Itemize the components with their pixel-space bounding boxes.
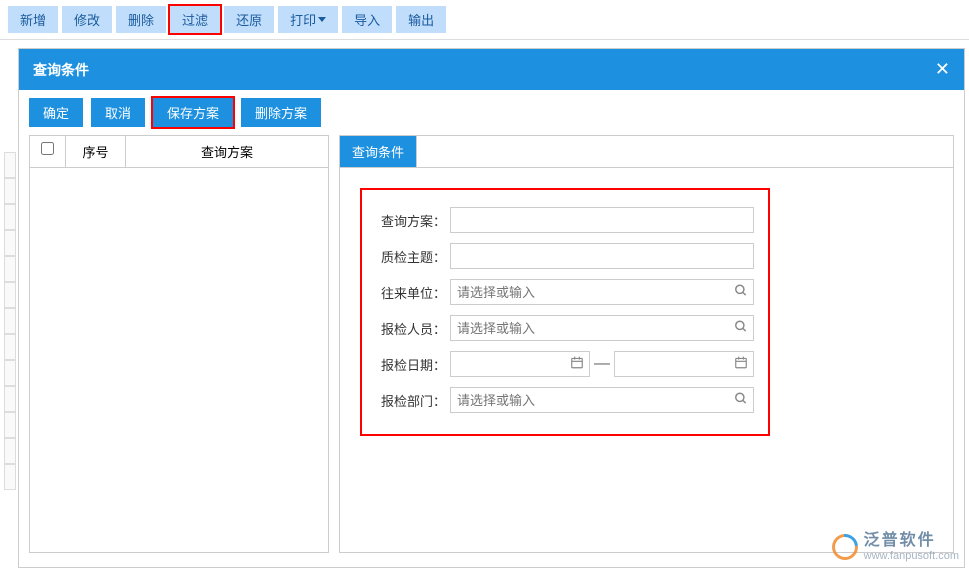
restore-button[interactable]: 还原 <box>224 6 274 33</box>
modal-header: 查询条件 ✕ <box>19 49 964 90</box>
select-all-checkbox[interactable] <box>41 142 54 155</box>
close-icon[interactable]: ✕ <box>935 59 950 80</box>
save-plan-button[interactable]: 保存方案 <box>153 98 233 127</box>
input-unit[interactable] <box>450 279 754 305</box>
input-date-to[interactable] <box>614 351 754 377</box>
input-plan[interactable] <box>450 207 754 233</box>
label-plan: 查询方案： <box>376 211 450 230</box>
label-date: 报检日期： <box>376 355 450 374</box>
print-button[interactable]: 打印 <box>278 6 338 33</box>
input-subject[interactable] <box>450 243 754 269</box>
row-inspector: 报检人员： <box>376 312 754 344</box>
filter-button[interactable]: 过滤 <box>170 6 220 33</box>
caret-down-icon <box>318 17 326 22</box>
add-button[interactable]: 新增 <box>8 6 58 33</box>
date-separator: — <box>594 355 610 373</box>
watermark-logo-icon <box>826 529 863 566</box>
watermark: 泛普软件 www.fanpusoft.com <box>832 532 959 562</box>
modal-title: 查询条件 <box>33 60 89 80</box>
input-dept[interactable] <box>450 387 754 413</box>
print-label: 打印 <box>290 10 316 29</box>
label-inspector: 报检人员： <box>376 319 450 338</box>
label-unit: 往来单位： <box>376 283 450 302</box>
row-subject: 质检主题： <box>376 240 754 272</box>
edit-button[interactable]: 修改 <box>62 6 112 33</box>
cancel-button[interactable]: 取消 <box>91 98 145 127</box>
header-checkbox-cell <box>30 136 66 167</box>
ok-button[interactable]: 确定 <box>29 98 83 127</box>
row-dept: 报检部门： <box>376 384 754 416</box>
tab-row: 查询条件 <box>340 136 953 168</box>
condition-panel: 查询条件 查询方案： 质检主题： 往来单位： <box>339 135 954 553</box>
query-modal: 查询条件 ✕ 确定 取消 保存方案 删除方案 序号 查询方案 查询条件 <box>18 48 965 568</box>
import-button[interactable]: 导入 <box>342 6 392 33</box>
modal-body: 序号 查询方案 查询条件 查询方案： 质检主题： <box>19 135 964 563</box>
input-inspector[interactable] <box>450 315 754 341</box>
delete-plan-button[interactable]: 删除方案 <box>241 98 321 127</box>
form-area: 查询方案： 质检主题： 往来单位： <box>360 188 770 436</box>
export-button[interactable]: 输出 <box>396 6 446 33</box>
plan-table-header: 序号 查询方案 <box>30 136 328 168</box>
plan-list-panel: 序号 查询方案 <box>29 135 329 553</box>
delete-button[interactable]: 删除 <box>116 6 166 33</box>
background-row-stubs <box>4 152 16 490</box>
main-toolbar: 新增 修改 删除 过滤 还原 打印 导入 输出 <box>0 0 969 40</box>
watermark-title: 泛普软件 <box>864 532 959 550</box>
input-date-from[interactable] <box>450 351 590 377</box>
label-subject: 质检主题： <box>376 247 450 266</box>
header-plan: 查询方案 <box>126 136 328 167</box>
modal-actions: 确定 取消 保存方案 删除方案 <box>19 90 964 135</box>
header-seq: 序号 <box>66 136 126 167</box>
label-dept: 报检部门： <box>376 391 450 410</box>
row-plan: 查询方案： <box>376 204 754 236</box>
tab-conditions[interactable]: 查询条件 <box>340 136 417 167</box>
row-date: 报检日期： — <box>376 348 754 380</box>
row-unit: 往来单位： <box>376 276 754 308</box>
watermark-url: www.fanpusoft.com <box>864 550 959 562</box>
